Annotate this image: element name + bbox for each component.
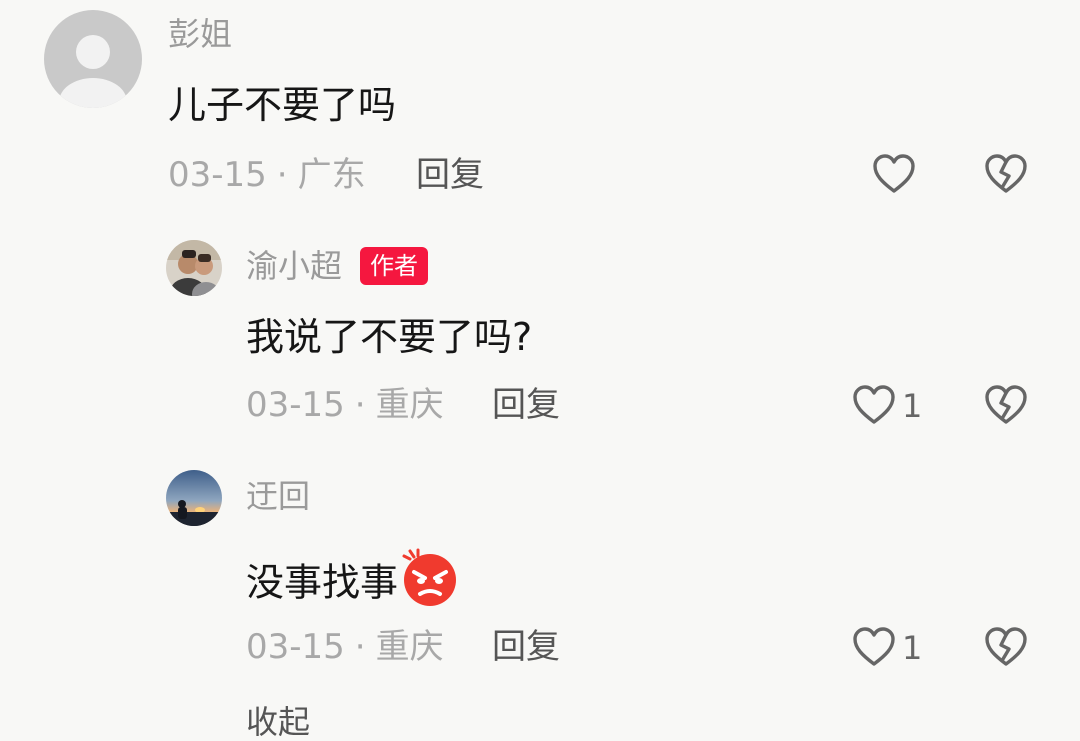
avatar[interactable] <box>166 240 222 296</box>
comment-date: 03-15 <box>246 385 345 425</box>
comment-location: 广东 <box>297 155 366 195</box>
angry-face-emoji <box>400 548 460 614</box>
comment-date: 03-15 <box>246 627 345 667</box>
dislike-button[interactable] <box>984 626 1028 672</box>
avatar[interactable] <box>44 10 142 108</box>
broken-heart-icon <box>985 627 1027 666</box>
comment-date: 03-15 <box>168 155 267 195</box>
like-button[interactable] <box>872 153 916 199</box>
avatar[interactable] <box>166 470 222 526</box>
heart-icon <box>853 385 895 424</box>
comment-location: 重庆 <box>375 627 444 667</box>
broken-heart-icon <box>985 385 1027 424</box>
username[interactable]: 迂回 <box>246 480 310 512</box>
heart-icon <box>853 627 895 666</box>
dislike-button[interactable] <box>984 384 1028 430</box>
dislike-button[interactable] <box>984 153 1028 199</box>
reply-button[interactable]: 回复 <box>416 158 484 192</box>
comment-location: 重庆 <box>375 385 444 425</box>
comment-text: 儿子不要了吗 <box>168 83 397 127</box>
comment-text: 我说了不要了吗? <box>246 315 533 359</box>
comment-text: 没事找事 <box>246 548 460 618</box>
like-count: 1 <box>902 387 923 425</box>
sunset-photo-avatar <box>166 470 222 526</box>
like-count: 1 <box>902 629 923 667</box>
user-photo-avatar <box>166 240 222 296</box>
comment-text-content: 没事找事 <box>246 560 399 605</box>
comment-meta: 03-15 · 重庆 <box>246 385 444 425</box>
broken-heart-icon <box>985 154 1027 193</box>
like-button[interactable] <box>852 626 896 672</box>
author-badge: 作者 <box>360 247 428 285</box>
collapse-replies-button[interactable]: 收起 <box>246 706 310 738</box>
comment-meta: 03-15 · 广东 <box>168 155 366 195</box>
comment-meta: 03-15 · 重庆 <box>246 627 444 667</box>
username[interactable]: 彭姐 <box>168 18 232 50</box>
reply-button[interactable]: 回复 <box>492 388 560 422</box>
reply-button[interactable]: 回复 <box>492 630 560 664</box>
default-avatar-icon <box>44 10 142 108</box>
heart-icon <box>873 154 915 193</box>
username[interactable]: 渝小超 <box>246 250 342 282</box>
like-button[interactable] <box>852 384 896 430</box>
